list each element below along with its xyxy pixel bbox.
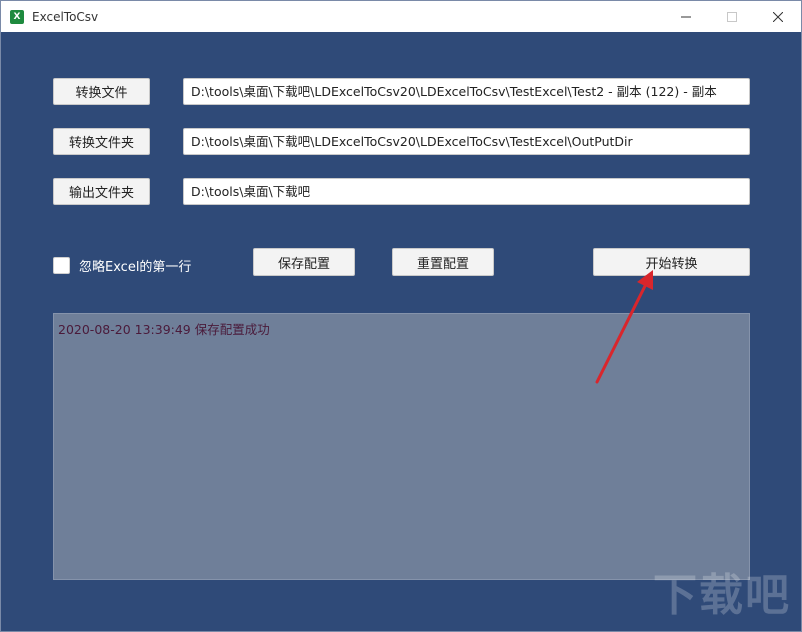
start-convert-button[interactable]: 开始转换 — [593, 248, 750, 276]
save-config-button[interactable]: 保存配置 — [253, 248, 355, 276]
convert-file-path-field[interactable]: D:\tools\桌面\下载吧\LDExcelToCsv20\LDExcelTo… — [183, 78, 750, 105]
main-panel: 转换文件 D:\tools\桌面\下载吧\LDExcelToCsv20\LDEx… — [1, 32, 801, 631]
close-button[interactable] — [755, 1, 801, 32]
convert-folder-path-field[interactable]: D:\tools\桌面\下载吧\LDExcelToCsv20\LDExcelTo… — [183, 128, 750, 155]
window-title: ExcelToCsv — [32, 9, 99, 24]
output-folder-button[interactable]: 输出文件夹 — [53, 178, 150, 205]
convert-file-button[interactable]: 转换文件 — [53, 78, 150, 105]
window-controls — [663, 1, 801, 32]
log-line: 2020-08-20 13:39:49 保存配置成功 — [58, 322, 270, 337]
log-output[interactable]: 2020-08-20 13:39:49 保存配置成功 — [53, 313, 750, 580]
close-icon — [773, 11, 783, 22]
maximize-icon — [727, 11, 737, 22]
ignore-first-row-label: 忽略Excel的第一行 — [79, 260, 192, 275]
minimize-button[interactable] — [663, 1, 709, 32]
reset-config-button[interactable]: 重置配置 — [392, 248, 494, 276]
app-window: X ExcelToCsv 转换文件 D:\tools\桌面\下载吧\LDExce… — [0, 0, 802, 632]
ignore-first-row-checkbox[interactable] — [53, 257, 70, 274]
ignore-first-row-option: 忽略Excel的第一行 — [53, 256, 191, 275]
title-bar: X ExcelToCsv — [1, 1, 801, 32]
minimize-icon — [681, 16, 691, 17]
output-folder-path-field[interactable]: D:\tools\桌面\下载吧 — [183, 178, 750, 205]
excel-icon: X — [10, 9, 24, 24]
convert-folder-button[interactable]: 转换文件夹 — [53, 128, 150, 155]
watermark-logo: 下载吧 — [653, 570, 791, 621]
maximize-button — [709, 1, 755, 32]
